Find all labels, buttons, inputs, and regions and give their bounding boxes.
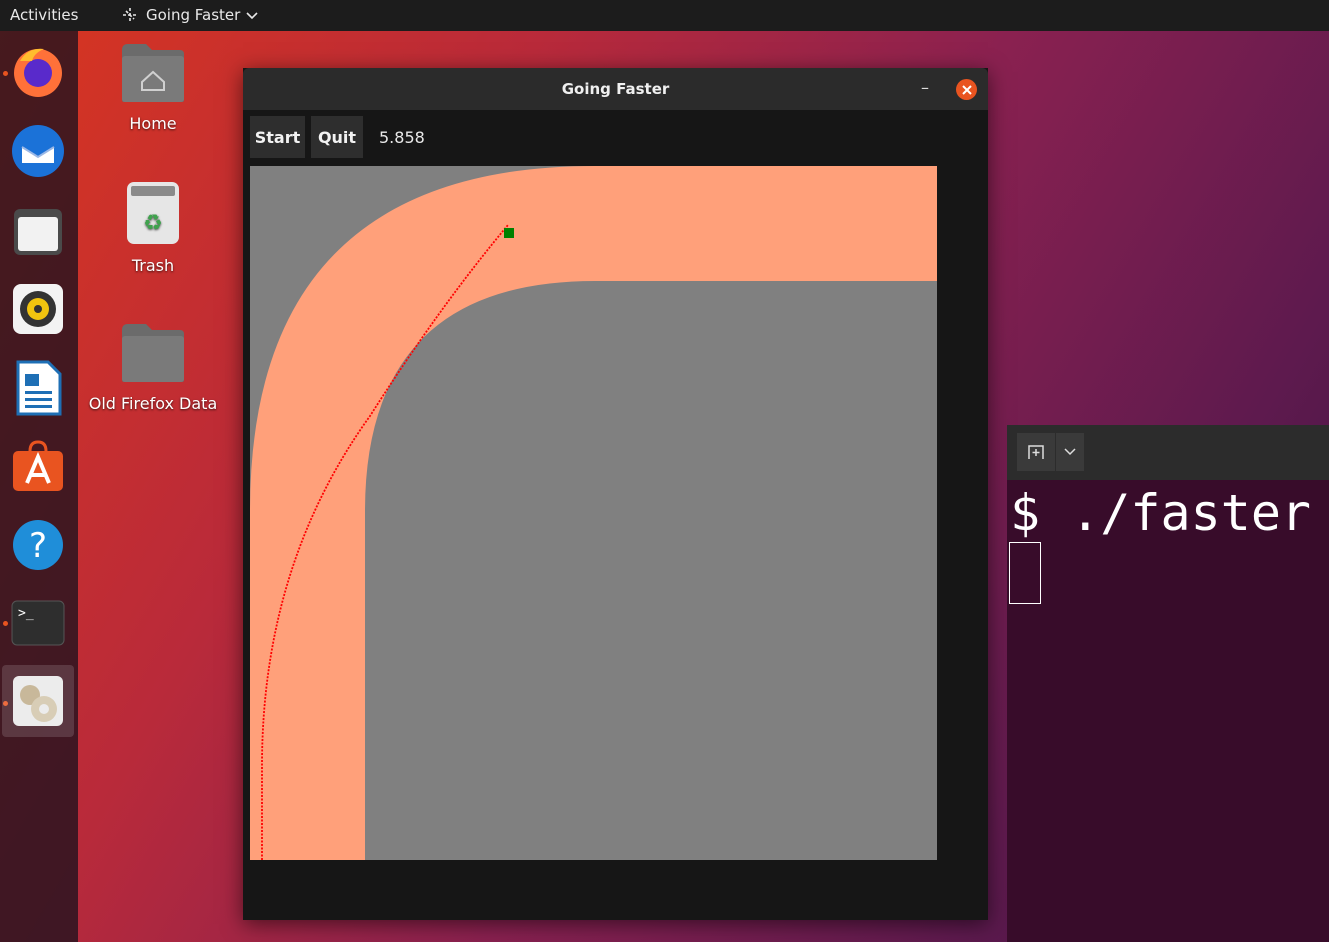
terminal-command-line: $ ./faster [1010,484,1312,542]
svg-text:>_: >_ [18,606,34,621]
files-icon[interactable] [8,201,68,261]
tab-menu-button[interactable] [1056,433,1084,471]
window-title: Going Faster [561,80,670,98]
home-folder-icon [122,44,184,102]
app-menu[interactable]: Going Faster [120,6,258,24]
desktop-icon-old-firefox-data[interactable]: Old Firefox Data [88,322,218,413]
chevron-down-icon [246,12,258,20]
close-button[interactable] [956,79,977,100]
desktop-icon-trash[interactable]: ♻ Trash [88,180,218,275]
terminal-icon[interactable]: >_ [8,593,68,653]
thunderbird-icon[interactable] [8,121,68,181]
desktop-icon-label: Home [129,114,177,133]
game-window: Going Faster – Start Quit 5.858 [243,68,988,920]
desktop-icon-label: Trash [131,256,175,275]
writer-icon[interactable] [8,358,68,418]
score-readout: 5.858 [379,128,425,147]
minimize-button[interactable]: – [921,78,929,97]
svg-text:?: ? [29,526,47,566]
app-menu-label: Going Faster [146,6,241,24]
desktop-icon-label: Old Firefox Data [88,394,218,413]
rhythmbox-icon[interactable] [8,279,68,339]
desktop-icon-home[interactable]: Home [88,42,218,133]
toolbar: Start Quit 5.858 [243,110,988,166]
help-icon[interactable]: ? [8,515,68,575]
trash-icon: ♻ [127,182,179,244]
terminal-window[interactable]: $ ./faster [1007,425,1329,942]
app-icon[interactable] [2,665,74,737]
svg-text:♻: ♻ [143,211,163,236]
title-bar[interactable]: Going Faster – [243,68,988,110]
game-canvas[interactable] [250,166,937,860]
car [504,228,514,238]
dock: ? >_ [0,31,78,942]
top-bar: Activities Going Faster [0,0,1329,31]
chevron-down-icon [1064,448,1076,456]
close-icon [961,84,972,95]
quit-button[interactable]: Quit [311,116,363,158]
terminal-cursor [1009,542,1041,604]
activities-button[interactable]: Activities [10,6,78,24]
terminal-header [1007,425,1329,480]
start-button[interactable]: Start [250,116,305,158]
new-tab-icon [1028,445,1044,459]
new-tab-button[interactable] [1017,433,1055,471]
app-menu-icon [123,8,137,22]
folder-icon [122,324,184,382]
firefox-icon[interactable] [8,41,68,101]
software-icon[interactable] [8,436,68,496]
